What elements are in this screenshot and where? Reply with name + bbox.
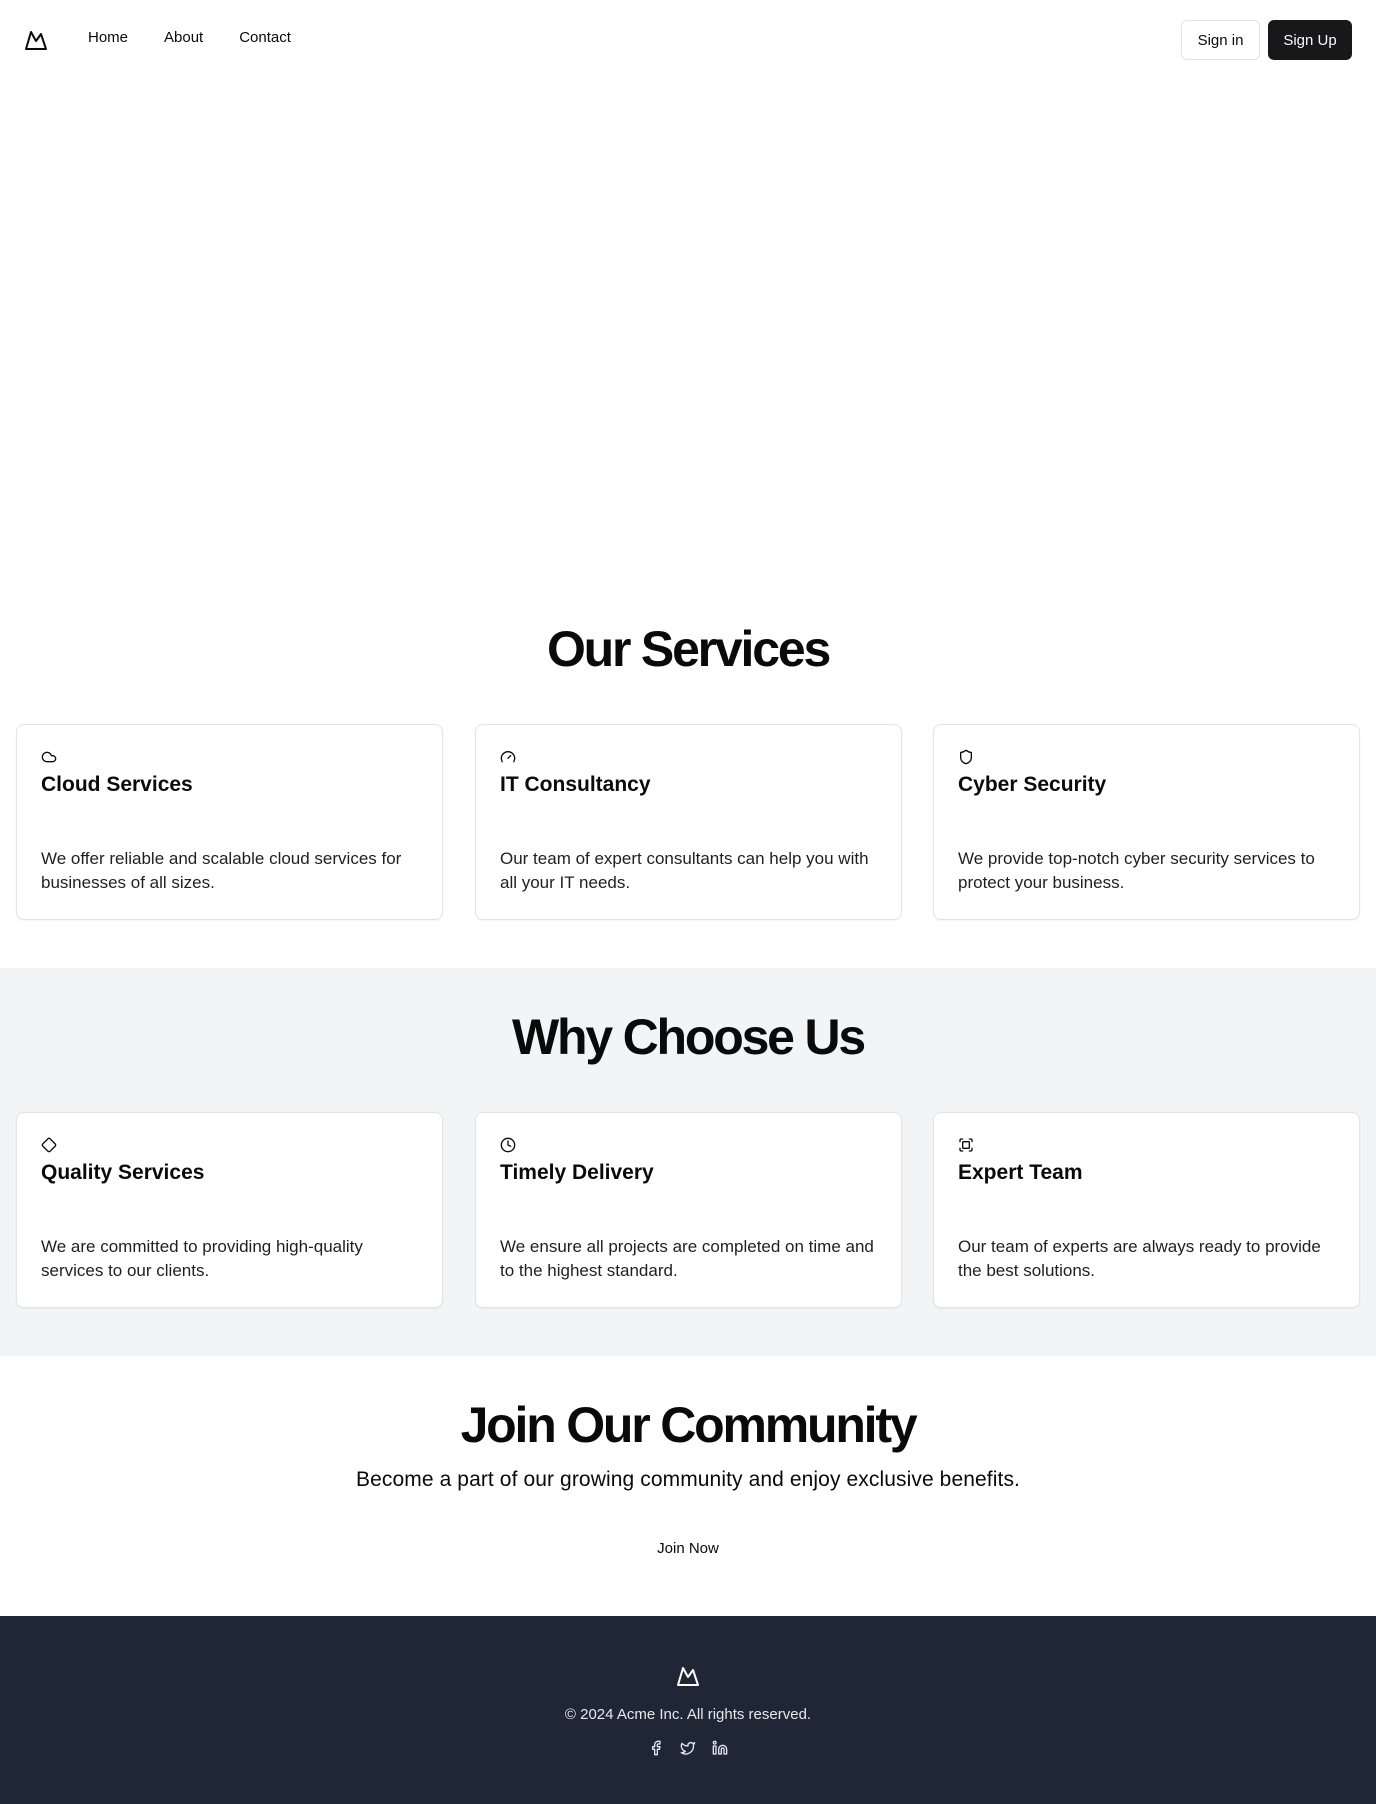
card-description: Our team of experts are always ready to … — [958, 1237, 1321, 1280]
service-card-cloud: Cloud Services We offer reliable and sca… — [16, 724, 443, 920]
community-subtitle: Become a part of our growing community a… — [356, 1468, 1020, 1491]
facebook-icon[interactable] — [648, 1740, 664, 1756]
service-card-it: IT Consultancy Our team of expert consul… — [475, 724, 902, 920]
card-description: Our team of expert consultants can help … — [500, 849, 869, 892]
card-title: IT Consultancy — [500, 773, 651, 796]
why-card-quality: Quality Services We are committed to pro… — [16, 1112, 443, 1308]
card-description: We offer reliable and scalable cloud ser… — [41, 849, 402, 892]
site-footer: © 2024 Acme Inc. All rights reserved. — [0, 1616, 1376, 1804]
nav-home-link[interactable]: Home — [88, 29, 128, 46]
card-description: We are committed to providing high-quali… — [41, 1237, 363, 1280]
card-description: We provide top-notch cyber security serv… — [958, 849, 1315, 892]
why-card-team: Expert Team Our team of experts are alwa… — [933, 1112, 1360, 1308]
card-description: We ensure all projects are completed on … — [500, 1237, 874, 1280]
why-card-timely: Timely Delivery We ensure all projects a… — [475, 1112, 902, 1308]
card-title: Expert Team — [958, 1161, 1083, 1184]
services-heading: Our Services — [546, 621, 831, 677]
mountain-icon[interactable] — [24, 28, 48, 52]
card-title: Quality Services — [41, 1161, 205, 1184]
linkedin-icon[interactable] — [712, 1740, 728, 1756]
mountain-icon — [677, 1667, 699, 1686]
card-title: Timely Delivery — [500, 1161, 654, 1184]
main-nav: Home About Contact — [88, 29, 291, 46]
community-heading: Join Our Community — [460, 1397, 918, 1453]
cloud-icon — [41, 751, 57, 763]
shield-icon — [960, 749, 972, 765]
site-header: Home About Contact Sign in Sign Up — [0, 0, 1376, 80]
sign-up-button[interactable]: Sign Up — [1268, 20, 1352, 60]
card-title: Cloud Services — [41, 773, 193, 796]
diamond-icon — [41, 1137, 57, 1153]
gauge-icon — [500, 751, 516, 763]
clock-icon — [500, 1137, 516, 1153]
card-title: Cyber Security — [958, 773, 1107, 796]
service-card-security: Cyber Security We provide top-notch cybe… — [933, 724, 1360, 920]
twitter-icon[interactable] — [680, 1740, 696, 1756]
nav-contact-link[interactable]: Contact — [239, 29, 291, 46]
scan-face-icon — [959, 1138, 973, 1152]
join-now-button[interactable]: Join Now — [638, 1530, 738, 1566]
why-heading: Why Choose Us — [512, 1009, 866, 1065]
nav-about-link[interactable]: About — [164, 29, 203, 46]
copyright-text: © 2024 Acme Inc. All rights reserved. — [564, 1706, 812, 1723]
sign-in-button[interactable]: Sign in — [1181, 20, 1260, 60]
